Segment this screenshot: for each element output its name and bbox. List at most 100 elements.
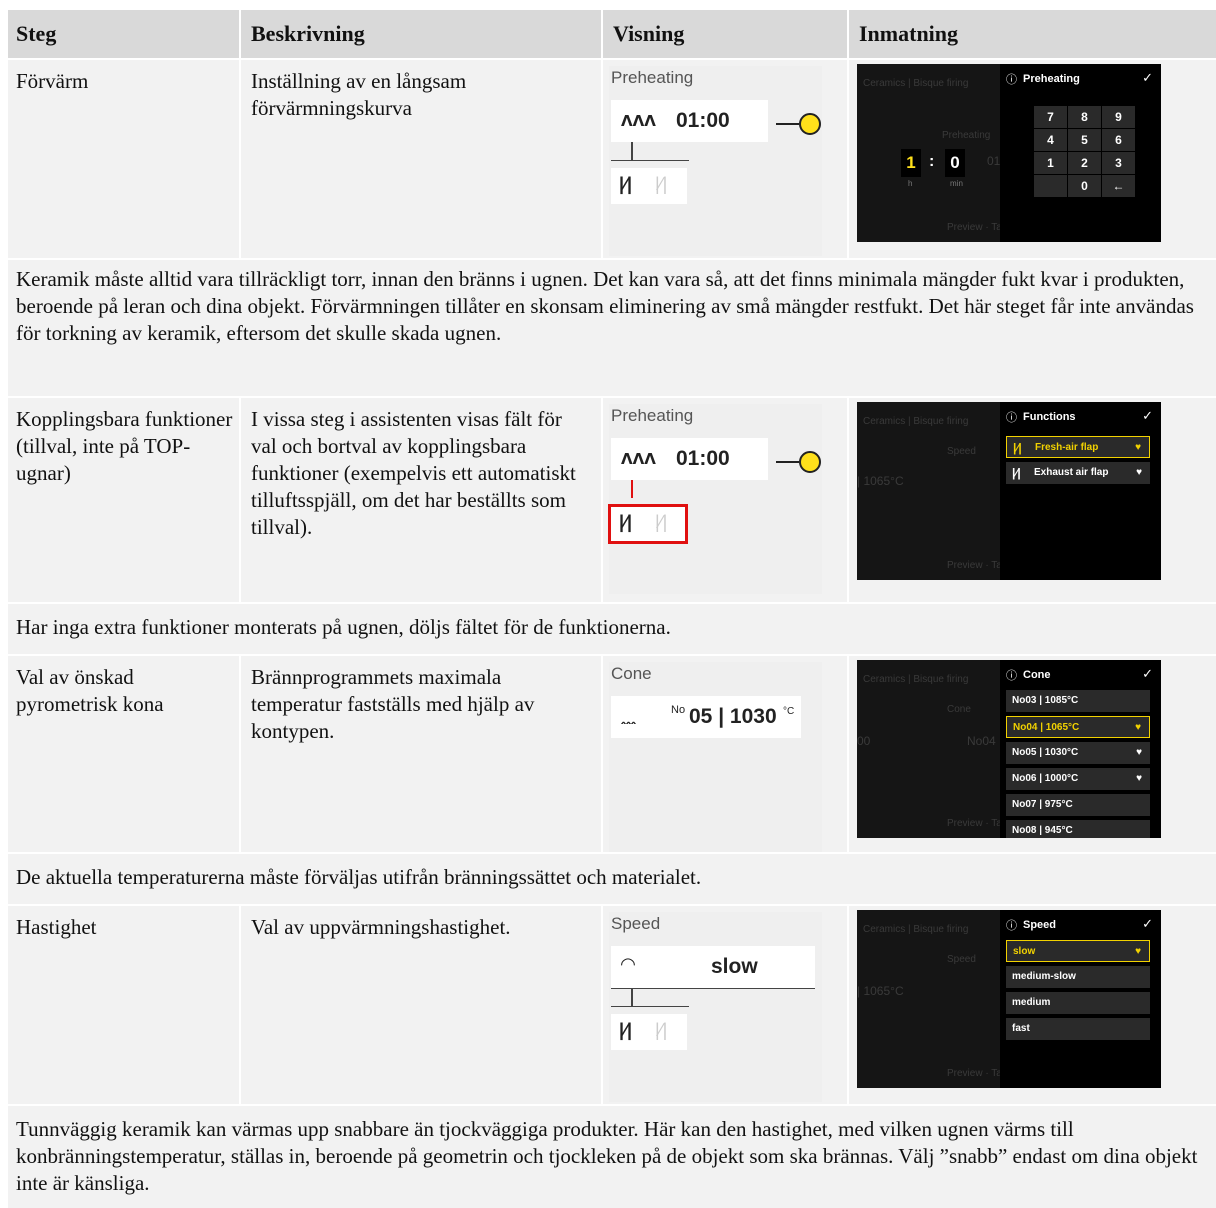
status-indicator-icon [799, 113, 821, 135]
cone-option[interactable]: No03 | 1085°C [1006, 690, 1150, 712]
option-label: No06 | 1000°C [1012, 773, 1079, 784]
confirm-check-icon[interactable]: ✓ [1142, 916, 1153, 932]
time-separator: : [929, 153, 935, 170]
step-name: Kopplingsbara funktioner (tillval, inte … [16, 407, 233, 485]
functions-panel: ⓘ Functions ✓ |⁄| Fresh-air flap ♥ |⁄| E… [1000, 402, 1161, 580]
bg-left-value: | 1065°C [857, 984, 904, 998]
cone-option[interactable]: No06 | 1000°C ♥ [1006, 768, 1150, 790]
favorite-heart-icon: ♥ [1136, 747, 1142, 758]
hours-input[interactable]: 1 [901, 149, 921, 177]
header-inmatning: Inmatning [859, 21, 959, 46]
table-row: Kopplingsbara funktioner (tillval, inte … [8, 398, 1216, 603]
speed-option-medium-slow[interactable]: medium-slow [1006, 966, 1150, 988]
confirm-check-icon[interactable]: ✓ [1142, 408, 1153, 424]
key-9[interactable]: 9 [1102, 106, 1135, 128]
step-description: I vissa steg i assistenten visas fält fö… [251, 407, 576, 539]
connector-line [776, 123, 799, 125]
confirm-check-icon[interactable]: ✓ [1142, 666, 1153, 682]
speed-option-medium[interactable]: medium [1006, 992, 1150, 1014]
cone-option[interactable]: No05 | 1030°C ♥ [1006, 742, 1150, 764]
table-header: Steg Beskrivning Visning Inmatning [8, 10, 1216, 58]
favorite-heart-icon: ♥ [1135, 946, 1141, 957]
preheat-value: 01:00 [676, 109, 730, 132]
bg-program-title: Ceramics | Bisque firing [863, 416, 969, 427]
favorite-heart-icon: ♥ [1136, 773, 1142, 784]
cone-option[interactable]: No07 | 975°C [1006, 794, 1150, 816]
bg-program-title: Ceramics | Bisque firing [863, 924, 969, 935]
minutes-label: min [950, 179, 963, 188]
tree-line [631, 142, 633, 160]
display-speed: Speed ◠ slow |⁄| |⁄| [609, 912, 822, 1102]
minutes-input[interactable]: 0 [945, 149, 965, 177]
speed-panel: ⓘ Speed ✓ slow ♥ medium-slow medium fast [1000, 910, 1161, 1088]
bg-field-label: Cone [947, 704, 971, 715]
tree-line [631, 988, 633, 1006]
input-screen-speed: Ceramics | Bisque firing Speed | 1065°C … [857, 910, 1161, 1088]
note-text: Har inga extra funktioner monterats på u… [16, 615, 671, 639]
step-description: Val av uppvärmningshastighet. [251, 915, 511, 939]
note-row: Tunnväggig keramik kan värmas upp snabba… [8, 1106, 1216, 1208]
key-2[interactable]: 2 [1068, 152, 1101, 174]
functions-toggle: |⁄| |⁄| [611, 1014, 687, 1050]
info-icon[interactable]: ⓘ [1006, 409, 1017, 425]
fresh-air-flap-icon: |⁄| [619, 174, 633, 194]
speed-option-slow[interactable]: slow ♥ [1006, 940, 1150, 962]
key-6[interactable]: 6 [1102, 129, 1135, 151]
option-exhaust-air-flap[interactable]: |⁄| Exhaust air flap ♥ [1006, 462, 1150, 484]
input-screen-cone: Ceramics | Bisque firing Cone 00 No04 Pr… [857, 660, 1161, 838]
key-7[interactable]: 7 [1034, 106, 1067, 128]
cone-option[interactable]: No04 | 1065°C ♥ [1006, 716, 1150, 738]
option-fresh-air-flap[interactable]: |⁄| Fresh-air flap ♥ [1006, 436, 1150, 458]
key-8[interactable]: 8 [1068, 106, 1101, 128]
cone-panel: ⓘ Cone ✓ No03 | 1085°C No04 | 1065°C ♥ No… [1000, 660, 1161, 838]
option-label: Exhaust air flap [1034, 467, 1109, 478]
cone-option[interactable]: No08 | 945°C [1006, 820, 1150, 838]
display-title: Cone [611, 664, 652, 683]
option-label: No07 | 975°C [1012, 799, 1073, 810]
option-label: No04 | 1065°C [1013, 722, 1080, 733]
confirm-check-icon[interactable]: ✓ [1142, 70, 1153, 86]
favorite-heart-icon: ♥ [1135, 722, 1141, 733]
cone-icon: ꞈꞈꞈ [621, 708, 636, 725]
panel-title: Functions [1023, 411, 1076, 423]
tree-line [631, 480, 633, 498]
step-name: Val av önskad pyrometrisk kona [16, 665, 164, 716]
key-5[interactable]: 5 [1068, 129, 1101, 151]
gauge-icon: ◠ [621, 954, 635, 974]
step-name: Förvärm [16, 69, 89, 93]
cone-field: ꞈꞈꞈ No 05 | 1030 °C [611, 696, 801, 738]
backspace-icon[interactable]: ← [1102, 175, 1135, 197]
info-icon[interactable]: ⓘ [1006, 71, 1017, 87]
info-icon[interactable]: ⓘ [1006, 917, 1017, 933]
exhaust-air-flap-icon: |⁄| [655, 1020, 668, 1040]
display-cone: Cone ꞈꞈꞈ No 05 | 1030 °C [609, 662, 822, 852]
display-functions: Preheating ꓥꓥꓥ 01:00 |⁄| |⁄| [608, 404, 822, 594]
bg-field-label: Preheating [942, 130, 991, 141]
status-indicator-icon [799, 451, 821, 473]
key-4[interactable]: 4 [1034, 129, 1067, 151]
display-preheating: Preheating ꓥꓥꓥ 01:00 |⁄| |⁄| [609, 66, 822, 256]
key-1[interactable]: 1 [1034, 152, 1067, 174]
key-3[interactable]: 3 [1102, 152, 1135, 174]
key-0[interactable]: 0 [1068, 175, 1101, 197]
info-icon[interactable]: ⓘ [1006, 667, 1017, 683]
preheat-icon: ꓥꓥꓥ [621, 113, 656, 130]
field-underline [611, 988, 815, 989]
bg-program-title: Ceramics | Bisque firing [863, 674, 969, 685]
note-row: Har inga extra funktioner monterats på u… [8, 604, 1216, 654]
cone-unit: °C [783, 706, 795, 717]
hours-label: h [908, 179, 913, 188]
functions-toggle: |⁄| |⁄| [611, 168, 687, 204]
keypad-panel: ⓘ Preheating ✓ 7 8 9 4 5 6 1 2 3 0 ← [1000, 64, 1161, 242]
preheat-field: ꓥꓥꓥ 01:00 [611, 100, 768, 142]
option-label: Fresh-air flap [1035, 442, 1099, 453]
speed-option-fast[interactable]: fast [1006, 1018, 1150, 1040]
option-label: medium [1012, 997, 1051, 1008]
option-label: No08 | 945°C [1012, 825, 1073, 836]
option-label: No05 | 1030°C [1012, 747, 1079, 758]
tree-hbar [611, 1006, 689, 1007]
bg-footer: Preview · Tat [947, 1068, 1005, 1079]
preheat-icon: ꓥꓥꓥ [621, 451, 656, 468]
step-name: Hastighet [16, 915, 97, 939]
bg-left-value: | 1065°C [857, 474, 904, 488]
